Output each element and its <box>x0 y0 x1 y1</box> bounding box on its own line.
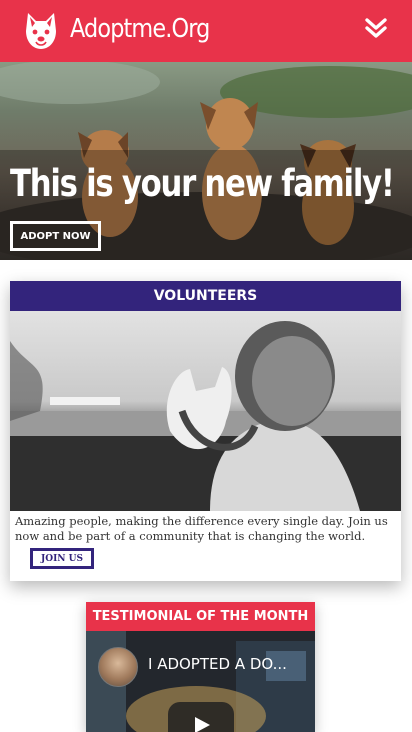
play-button[interactable] <box>168 702 234 732</box>
play-icon <box>195 717 210 732</box>
brand-name[interactable]: Adoptme.Org <box>70 14 210 44</box>
hero-title: This is your new family! <box>10 162 395 205</box>
top-navbar: Adoptme.Org <box>0 0 412 62</box>
video-title[interactable]: I ADOPTED A DO... <box>148 655 287 673</box>
volunteers-description: Amazing people, making the difference ev… <box>15 514 388 543</box>
channel-avatar[interactable] <box>98 647 138 687</box>
adopt-now-button[interactable]: ADOPT NOW <box>10 221 101 251</box>
testimonial-video[interactable]: I ADOPTED A DO... <box>86 631 315 732</box>
hero-banner: This is your new family! ADOPT NOW <box>0 62 412 260</box>
testimonial-heading: TESTIMONIAL OF THE MONTH <box>86 602 315 631</box>
dog-face-icon[interactable] <box>22 9 60 53</box>
volunteer-girl-with-dog-image <box>10 311 401 511</box>
testimonial-card: TESTIMONIAL OF THE MONTH I ADOPTED A DO.… <box>86 602 315 732</box>
volunteers-card: VOLUNTEERS Amazing people, making the di… <box>10 281 401 581</box>
join-us-button[interactable]: JOIN US <box>30 548 94 569</box>
double-chevron-down-icon[interactable] <box>364 16 388 40</box>
volunteers-heading: VOLUNTEERS <box>10 281 401 311</box>
